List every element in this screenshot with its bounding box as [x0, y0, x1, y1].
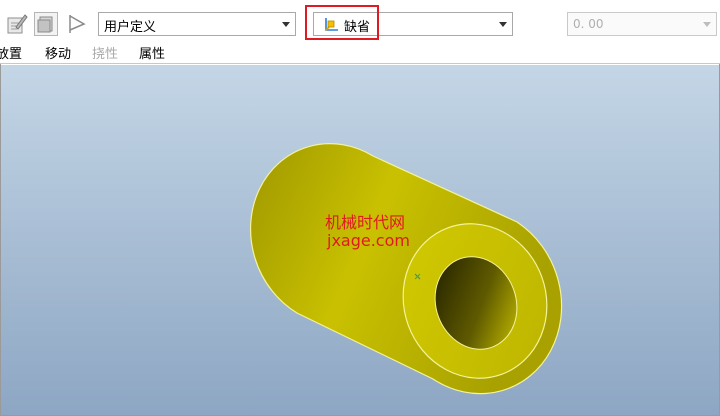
highlight-box	[305, 5, 379, 40]
tab-properties[interactable]: 属性	[139, 43, 165, 62]
watermark-url: jxage.com	[327, 231, 410, 250]
chevron-down-icon	[282, 22, 290, 27]
value-field-text: 0. 00	[573, 17, 604, 31]
value-field[interactable]: 0. 00	[567, 12, 717, 36]
tab-flexibility[interactable]: 挠性	[92, 43, 118, 62]
watermark-title: 机械时代网	[325, 213, 406, 232]
layer-icon[interactable]	[34, 12, 58, 36]
graphics-viewport[interactable]: 机械时代网 jxage.com	[1, 65, 719, 415]
chevron-down-icon	[703, 22, 711, 27]
tab-placement[interactable]: 放置	[0, 43, 22, 62]
view-orientation-value: 用户定义	[104, 20, 157, 35]
edit-icon[interactable]	[6, 12, 28, 36]
flag-icon[interactable]	[66, 12, 88, 36]
tab-move[interactable]: 移动	[45, 43, 71, 62]
chevron-down-icon	[499, 22, 507, 27]
view-orientation-select[interactable]: 用户定义	[98, 12, 296, 36]
toolbar: 用户定义 缺省 0. 00 放置 移动 挠性 属性	[0, 0, 720, 64]
